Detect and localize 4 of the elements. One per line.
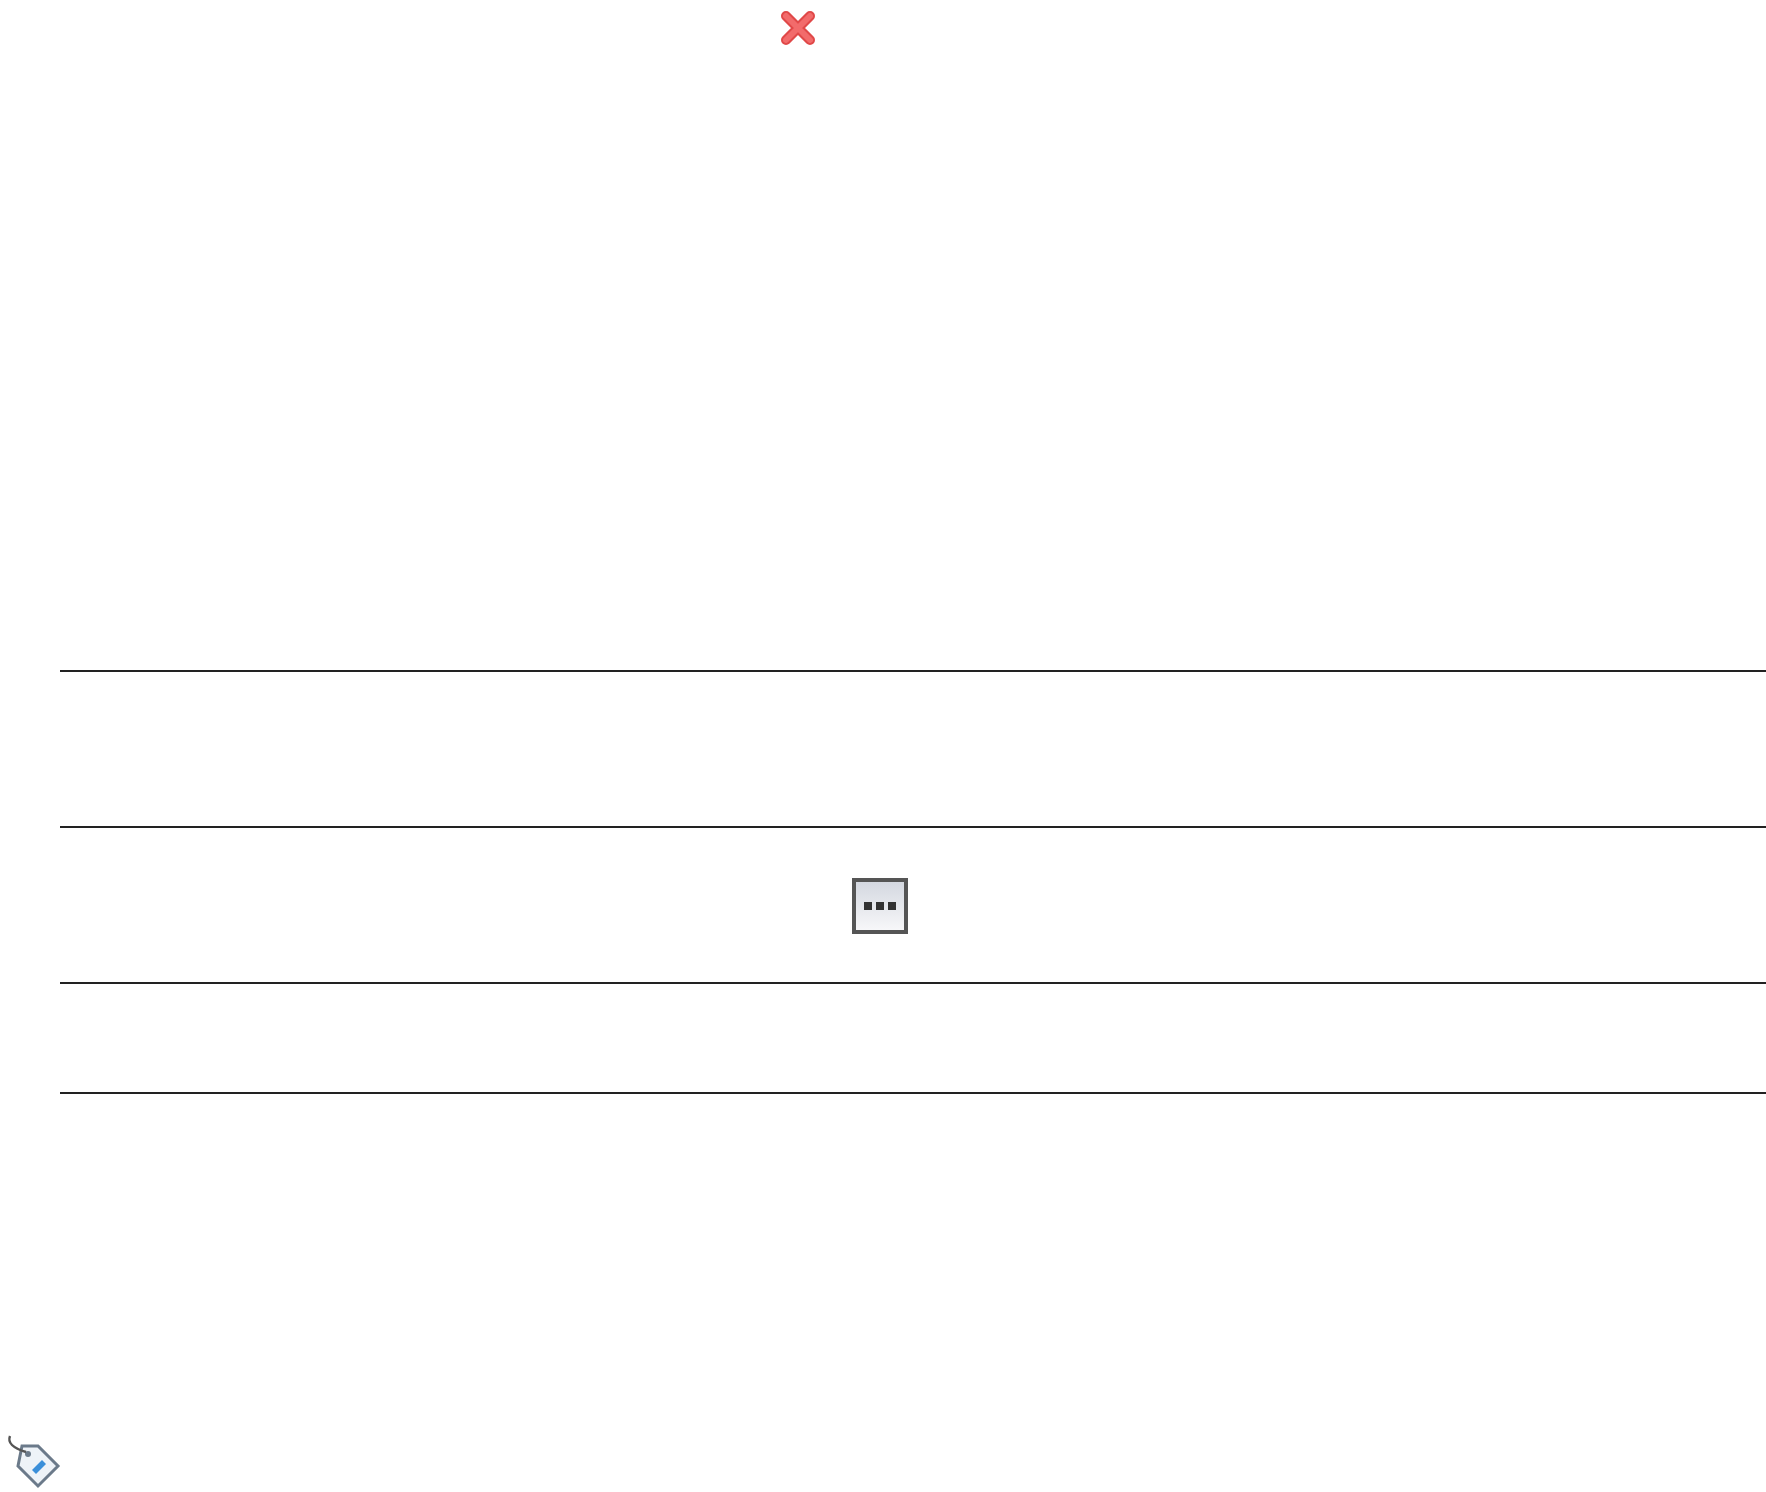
close-icon[interactable] [778,8,818,48]
tag-icon [2,1430,62,1490]
more-button[interactable] [852,877,908,933]
ellipsis-icon [864,901,896,909]
